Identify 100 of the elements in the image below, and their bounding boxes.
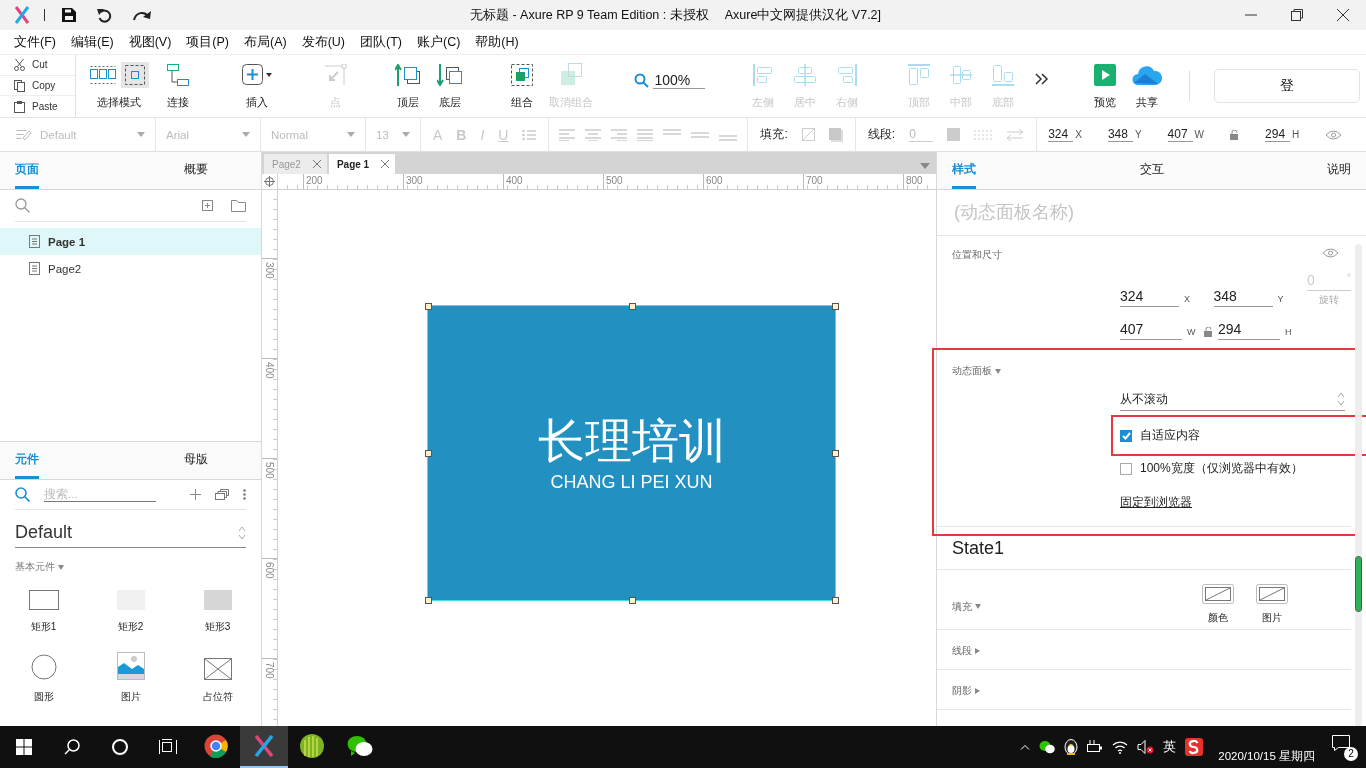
notification-button[interactable]: 2 [1330, 733, 1358, 761]
resize-handle[interactable] [832, 597, 839, 604]
toolbar-button[interactable]: 顶层 [386, 55, 429, 117]
toolbar-button[interactable]: 组合 [500, 55, 543, 117]
geometry-field[interactable]: 294 [1265, 127, 1291, 142]
resize-handle[interactable] [628, 597, 636, 604]
circle-icon[interactable] [112, 739, 128, 755]
login-button[interactable]: 登 [1214, 69, 1360, 103]
dropdown-icon[interactable] [920, 163, 930, 169]
add-page-icon[interactable] [202, 200, 213, 211]
x-field[interactable]: 324 [1120, 288, 1179, 307]
resize-handle[interactable] [425, 450, 432, 457]
geometry-field[interactable]: 324 [1048, 127, 1074, 142]
toolbar-button[interactable]: 插入 [235, 55, 278, 117]
checkbox[interactable]: 100%宽度（仅浏览器中有效） [1120, 460, 1303, 477]
dynamic-panel[interactable]: 长理培训 CHANG LI PEI XUN [428, 306, 835, 600]
page-item[interactable]: Page 1 [0, 228, 261, 255]
menu-item[interactable]: 账户(C) [417, 33, 461, 51]
menu-item[interactable]: 项目(P) [186, 33, 229, 51]
section-title[interactable]: 线段 [952, 644, 972, 658]
widget-item[interactable]: 矩形1 [0, 580, 87, 634]
resize-handle[interactable] [425, 303, 432, 310]
chat-bubbles-icon[interactable] [1039, 740, 1056, 754]
battery-icon[interactable] [1087, 740, 1104, 754]
width-field[interactable]: 407 [1120, 321, 1182, 340]
eye-icon[interactable] [1325, 129, 1343, 140]
menu-item[interactable]: 文件(F) [14, 33, 56, 51]
menu-item[interactable]: 视图(V) [128, 33, 172, 51]
penguin-icon[interactable] [1064, 739, 1079, 755]
search-field[interactable]: 搜索... [44, 487, 156, 502]
inspector-tab[interactable]: 说明 [1327, 152, 1351, 189]
speaker-muted-icon[interactable] [1137, 740, 1155, 754]
select-mode-button[interactable] [120, 62, 149, 88]
resize-handle[interactable] [832, 303, 839, 310]
resize-handle[interactable] [425, 597, 432, 604]
widget-item[interactable]: 圆形 [0, 650, 87, 704]
folder-icon[interactable] [231, 199, 246, 212]
swatch-button[interactable] [1202, 584, 1234, 607]
swatch-button[interactable] [1256, 584, 1288, 607]
resize-handle[interactable] [628, 303, 636, 310]
toolbar-button[interactable]: 底层 [428, 55, 471, 117]
group-title[interactable]: 基本元件 [15, 560, 55, 574]
widget-item[interactable]: 矩形3 [174, 580, 261, 634]
widget-item[interactable]: 图片 [87, 650, 174, 704]
geometry-field[interactable]: 407 [1167, 127, 1193, 142]
inspector-tab[interactable]: 交互 [1139, 152, 1164, 189]
redo-icon[interactable] [133, 9, 151, 21]
stack-icon[interactable] [215, 489, 229, 500]
task-view-icon[interactable] [159, 739, 177, 755]
lock-icon[interactable] [1230, 129, 1240, 140]
toolbar-button[interactable]: 连接 [156, 55, 199, 117]
input-method-icon[interactable] [1185, 738, 1204, 756]
undo-icon[interactable] [97, 7, 112, 23]
line-color-icon[interactable] [947, 128, 961, 141]
eye-icon[interactable] [1322, 248, 1339, 258]
section-title[interactable]: 填充 [952, 599, 972, 614]
more-options-icon[interactable] [243, 489, 246, 500]
cut-button[interactable]: Cut [0, 55, 75, 76]
copy-button[interactable]: Copy [0, 75, 75, 97]
y-field[interactable]: 348 [1213, 288, 1273, 307]
save-icon[interactable] [62, 8, 76, 22]
fill-color-icon[interactable] [801, 128, 815, 141]
chevron-up-icon[interactable] [1020, 744, 1031, 750]
panel-tab[interactable]: 母版 [183, 442, 208, 479]
restore-icon[interactable] [1291, 9, 1303, 21]
zoom-icon[interactable] [633, 72, 649, 88]
menu-item[interactable]: 团队(T) [360, 33, 402, 51]
library-dropdown[interactable]: Default [15, 518, 246, 548]
section-title[interactable]: 动态面板 [952, 364, 992, 378]
crosshair-icon[interactable] [264, 176, 275, 187]
checkbox[interactable]: 自适应内容 [1120, 427, 1200, 444]
name-field[interactable]: (动态面板名称) [952, 201, 1332, 224]
zoom-field[interactable]: 100% [652, 71, 705, 89]
windows-start-icon[interactable] [16, 739, 32, 755]
section-title[interactable]: 阴影 [952, 684, 972, 698]
widget-item[interactable]: 占位符 [174, 650, 261, 704]
add-icon[interactable] [190, 489, 201, 500]
paste-button[interactable]: Paste [0, 96, 75, 117]
close-icon[interactable] [1337, 9, 1349, 21]
wifi-icon[interactable] [1112, 740, 1129, 754]
widget-item[interactable]: 矩形2 [87, 580, 174, 634]
panel-tab[interactable]: 概要 [183, 152, 208, 189]
search-icon[interactable] [64, 739, 80, 755]
toolbar-button[interactable]: 预览 [1084, 55, 1127, 117]
menu-item[interactable]: 发布(U) [301, 33, 345, 51]
page-item[interactable]: Page2 [0, 255, 261, 282]
resize-handle[interactable] [832, 450, 839, 457]
height-field[interactable]: 294 [1218, 321, 1280, 340]
scroll-dropdown[interactable]: 从不滚动 [1120, 388, 1345, 411]
menu-item[interactable]: 布局(A) [244, 33, 287, 51]
pin-link[interactable]: 固定到浏览器 [1120, 494, 1192, 511]
document-tab[interactable]: Page 1 [328, 154, 396, 174]
scrollbar-thumb[interactable] [1355, 556, 1362, 612]
menu-item[interactable]: 帮助(H) [475, 33, 519, 51]
toolbar-button[interactable]: 共享 [1126, 55, 1169, 117]
input-language[interactable]: 英 [1163, 738, 1177, 756]
lock-icon[interactable] [1203, 327, 1213, 337]
app-logo-icon[interactable] [14, 6, 30, 24]
geometry-field[interactable]: 348 [1107, 127, 1133, 142]
taskbar-app[interactable] [240, 726, 288, 768]
